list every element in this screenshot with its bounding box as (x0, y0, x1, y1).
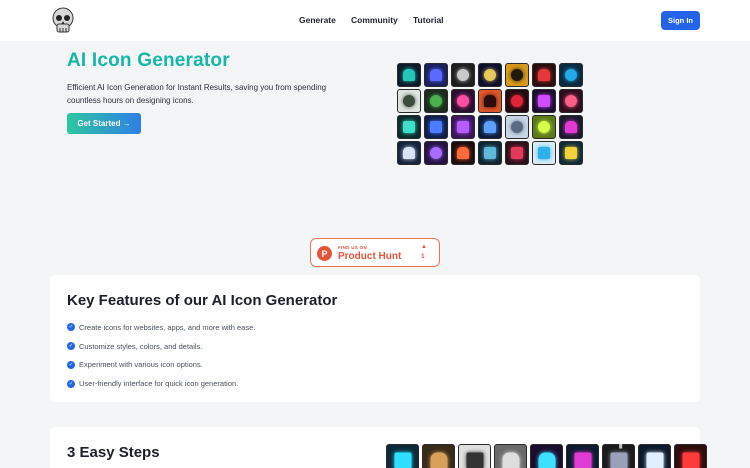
product-hunt-label: Product Hunt (338, 251, 402, 262)
nav-generate-link[interactable]: Generate (299, 15, 336, 25)
purple-gem-icon[interactable] (424, 141, 448, 165)
cyan-portal-icon[interactable] (386, 444, 419, 468)
yellow-face-icon[interactable] (559, 141, 583, 165)
face-icon[interactable] (505, 115, 529, 139)
feature-item: ✓ User-friendly interface for quick icon … (67, 379, 239, 389)
monster-icon[interactable] (532, 115, 556, 139)
feature-item: ✓ Customize styles, colors, and details. (67, 341, 203, 351)
feature-item: ✓ Experiment with various icon options. (67, 360, 203, 370)
check-icon: ✓ (67, 342, 75, 351)
feature-item: ✓ Create icons for websites, apps, and mo… (67, 322, 256, 332)
get-started-button[interactable]: Get Started → (67, 113, 141, 134)
dark-bubble-icon[interactable] (478, 141, 502, 165)
upvote-count: 1 (421, 253, 425, 260)
toy-gun-icon[interactable] (397, 89, 421, 113)
butterfly-icon[interactable] (559, 115, 583, 139)
check-icon: ✓ (67, 323, 75, 332)
party-sign-icon[interactable] (451, 89, 475, 113)
blue-bubble-icon[interactable] (532, 141, 556, 165)
stag-icon[interactable] (478, 63, 502, 87)
features-list: ✓ Create icons for websites, apps, and mo… (67, 318, 255, 393)
pink-creature-icon[interactable] (559, 89, 583, 113)
green-tank-icon[interactable] (424, 89, 448, 113)
features-title: Key Features of our AI Icon Generator (67, 292, 338, 309)
red-orb-icon[interactable] (505, 89, 529, 113)
teal-crystal-icon[interactable] (397, 63, 421, 87)
check-icon: ✓ (67, 360, 75, 369)
icon-gallery-grid (397, 63, 583, 165)
watermark: Oponl.cn (600, 424, 700, 449)
nav-tutorial-link[interactable]: Tutorial (413, 15, 444, 25)
neon-face-icon[interactable] (530, 444, 563, 468)
red-cards-icon[interactable] (532, 63, 556, 87)
robot-mask-icon[interactable] (451, 63, 475, 87)
check-icon: ✓ (67, 379, 75, 388)
brown-figure-icon[interactable] (422, 444, 455, 468)
lightning-icon[interactable] (478, 115, 502, 139)
sign-in-button[interactable]: Sign In (661, 11, 700, 30)
neon-car-icon[interactable] (566, 444, 599, 468)
astronaut-icon[interactable] (397, 141, 421, 165)
skull-logo-icon[interactable] (51, 7, 75, 34)
product-hunt-small-label: FIND US ON (338, 245, 368, 250)
sunset-house-icon[interactable] (478, 89, 502, 113)
product-hunt-logo-icon: P (317, 246, 332, 261)
grey-deer-icon[interactable] (494, 444, 527, 468)
blue-city-icon[interactable] (424, 63, 448, 87)
nav-community-link[interactable]: Community (351, 15, 398, 25)
portrait-icon[interactable] (458, 444, 491, 468)
hero-title: AI Icon Generator (67, 50, 230, 71)
eye-orb-icon[interactable] (559, 63, 583, 87)
yellow-scroll-icon[interactable] (505, 63, 529, 87)
alien-icon[interactable] (397, 115, 421, 139)
top-navbar: Generate Community Tutorial Sign In (0, 0, 750, 41)
red-door-icon[interactable] (505, 141, 529, 165)
fire-text-icon[interactable] (451, 141, 475, 165)
neon-figure-icon[interactable] (532, 89, 556, 113)
upvote-arrow-icon: ▲ (421, 244, 427, 250)
steps-title: 3 Easy Steps (67, 444, 160, 461)
purple-x-icon[interactable] (451, 115, 475, 139)
hero-description: Efficient AI Icon Generation for Instant… (67, 83, 327, 105)
globe-icon[interactable] (424, 115, 448, 139)
